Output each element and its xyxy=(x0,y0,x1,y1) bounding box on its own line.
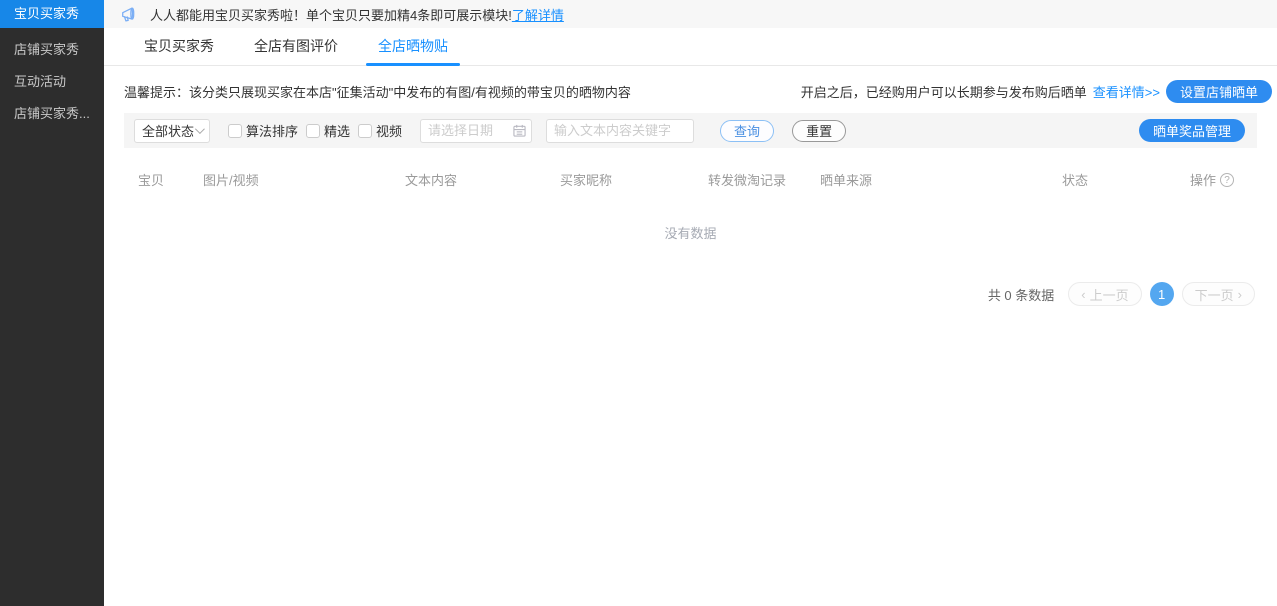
chevron-right-icon: › xyxy=(1238,287,1242,302)
setup-store-show-button[interactable]: 设置店铺晒单 xyxy=(1166,80,1272,103)
tab-bar: 宝贝买家秀 全店有图评价 全店晒物贴 xyxy=(104,28,1277,66)
algorithm-sort-checkbox[interactable]: 算法排序 xyxy=(228,121,298,140)
announcement-bar: 人人都能用宝贝买家秀啦！单个宝贝只要加精4条即可展示模块! 了解详情 xyxy=(104,0,1277,28)
pagination: 共 0 条数据 ‹ 上一页 1 下一页 › xyxy=(104,282,1255,306)
column-action-label: 操作 xyxy=(1190,170,1216,189)
announcement-link[interactable]: 了解详情 xyxy=(512,5,564,24)
tab-store-show-posts[interactable]: 全店晒物贴 xyxy=(358,28,468,65)
reset-button[interactable]: 重置 xyxy=(792,120,846,142)
sidebar: 宝贝买家秀 店铺买家秀 互动活动 店铺买家秀... xyxy=(0,0,104,606)
chevron-left-icon: ‹ xyxy=(1081,287,1085,302)
video-checkbox[interactable]: 视频 xyxy=(358,121,402,140)
total-count: 共 0 条数据 xyxy=(988,285,1054,304)
table-header: 宝贝 图片/视频 文本内容 买家昵称 转发微淘记录 晒单来源 状态 操作 ? xyxy=(124,170,1257,189)
video-label: 视频 xyxy=(376,121,402,140)
next-page-label: 下一页 xyxy=(1195,285,1234,304)
chevron-down-icon xyxy=(195,124,205,134)
column-action: 操作 ? xyxy=(1190,170,1257,189)
sidebar-item-interactive-activity[interactable]: 互动活动 xyxy=(0,66,104,97)
algorithm-sort-label: 算法排序 xyxy=(246,121,298,140)
column-item: 宝贝 xyxy=(138,170,203,189)
sidebar-item-shop-buyer-show-more[interactable]: 店铺买家秀... xyxy=(0,98,104,129)
empty-state: 没有数据 xyxy=(104,223,1277,242)
date-picker[interactable] xyxy=(420,119,532,143)
megaphone-icon xyxy=(120,6,140,23)
help-icon[interactable]: ? xyxy=(1220,173,1234,187)
featured-label: 精选 xyxy=(324,121,350,140)
page-number-1[interactable]: 1 xyxy=(1150,282,1174,306)
main-content: 人人都能用宝贝买家秀啦！单个宝贝只要加精4条即可展示模块! 了解详情 宝贝买家秀… xyxy=(104,0,1277,606)
checkbox-icon[interactable] xyxy=(228,124,242,138)
next-page-button[interactable]: 下一页 › xyxy=(1182,282,1255,306)
checkbox-icon[interactable] xyxy=(358,124,372,138)
filter-bar: 全部状态 算法排序 精选 视频 xyxy=(124,113,1257,148)
column-image-video: 图片/视频 xyxy=(203,170,405,189)
column-buyer-nickname: 买家昵称 xyxy=(560,170,708,189)
notice-right-text: 开启之后，已经购用户可以长期参与发布购后晒单 xyxy=(801,82,1087,101)
calendar-icon[interactable] xyxy=(513,124,526,140)
tab-store-photo-reviews[interactable]: 全店有图评价 xyxy=(234,28,358,65)
announcement-text: 人人都能用宝贝买家秀啦！单个宝贝只要加精4条即可展示模块! xyxy=(150,5,512,24)
featured-checkbox[interactable]: 精选 xyxy=(306,121,350,140)
notice-row: 温馨提示：该分类只展现买家在本店"征集活动"中发布的有图/有视频的带宝贝的晒物内… xyxy=(124,80,1272,103)
sidebar-item-shop-buyer-show[interactable]: 店铺买家秀 xyxy=(0,34,104,65)
view-details-link[interactable]: 查看详情>> xyxy=(1093,82,1160,101)
tab-item-buyer-show[interactable]: 宝贝买家秀 xyxy=(124,28,234,65)
column-status: 状态 xyxy=(1062,170,1190,189)
column-show-source: 晒单来源 xyxy=(820,170,1062,189)
keyword-input[interactable] xyxy=(546,119,694,143)
prev-page-button[interactable]: ‹ 上一页 xyxy=(1068,282,1141,306)
status-select-value: 全部状态 xyxy=(142,121,194,140)
sidebar-item-item-buyer-show[interactable]: 宝贝买家秀 xyxy=(0,0,104,28)
notice-tip: 温馨提示：该分类只展现买家在本店"征集活动"中发布的有图/有视频的带宝贝的晒物内… xyxy=(124,82,631,101)
query-button[interactable]: 查询 xyxy=(720,120,774,142)
column-text-content: 文本内容 xyxy=(405,170,560,189)
app-window: 宝贝买家秀 店铺买家秀 互动活动 店铺买家秀... 人人都能用宝贝买家秀啦！单个… xyxy=(0,0,1277,606)
checkbox-icon[interactable] xyxy=(306,124,320,138)
status-select[interactable]: 全部状态 xyxy=(134,119,210,143)
prize-manage-button[interactable]: 晒单奖品管理 xyxy=(1139,119,1245,142)
column-weitao-repost: 转发微淘记录 xyxy=(708,170,820,189)
prev-page-label: 上一页 xyxy=(1090,285,1129,304)
